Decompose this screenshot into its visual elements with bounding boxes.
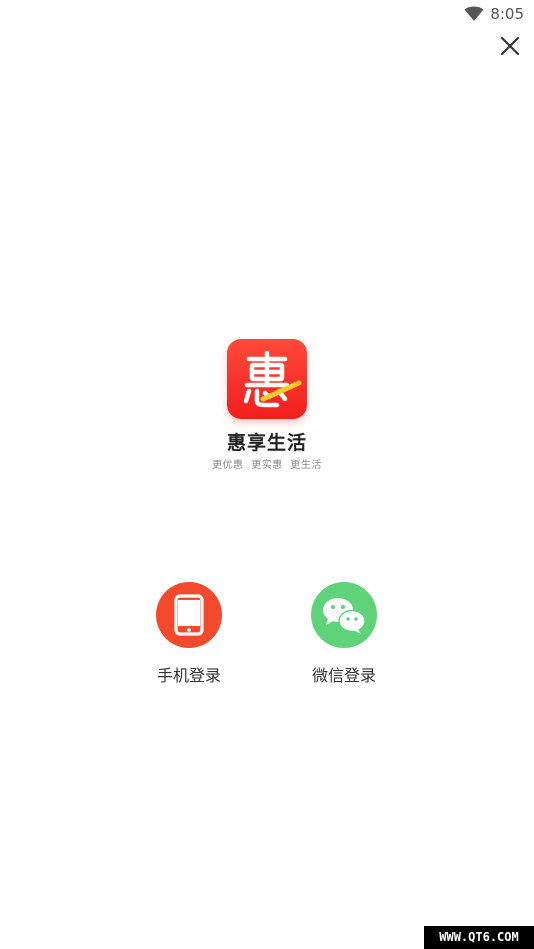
status-bar: 8:05	[0, 0, 534, 30]
phone-icon	[174, 594, 204, 636]
wechat-icon	[323, 598, 366, 634]
phone-login-circle[interactable]	[156, 582, 222, 648]
wechat-login-circle[interactable]	[311, 582, 377, 648]
status-time: 8:05	[490, 5, 524, 23]
wechat-login-label[interactable]: 微信登录	[274, 662, 414, 686]
watermark: WWW.QT6.COM	[424, 926, 534, 949]
app-logo	[227, 339, 307, 419]
phone-login-label[interactable]: 手机登录	[119, 662, 259, 686]
login-screen: 8:05 惠享生活 更优惠 更实惠 更生活 手机登录 微信登录 WWW.QT6.…	[0, 0, 534, 949]
wifi-icon	[464, 6, 484, 21]
logo-hui-icon	[243, 350, 302, 408]
phone-login-button[interactable]: 手机登录	[119, 582, 259, 686]
close-icon[interactable]	[498, 34, 522, 58]
app-name: 惠享生活	[226, 432, 307, 454]
wechat-login-button[interactable]: 微信登录	[274, 582, 414, 686]
app-slogan: 更优惠 更实惠 更生活	[212, 460, 322, 471]
